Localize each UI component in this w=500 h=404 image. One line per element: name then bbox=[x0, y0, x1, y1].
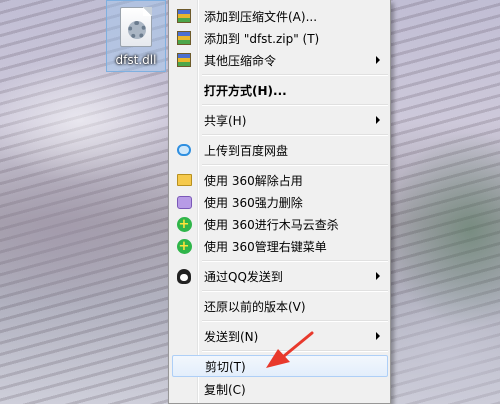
submenu-arrow-icon bbox=[376, 272, 380, 280]
archive-icon bbox=[177, 53, 191, 67]
menu-item-label: 上传到百度网盘 bbox=[204, 143, 289, 158]
context-menu: 添加到压缩文件(A)... 添加到 "dfst.zip" (T) 其他压缩命令 … bbox=[168, 0, 391, 404]
desktop-file-icon[interactable]: dfst.dll bbox=[106, 0, 166, 72]
dll-file-icon bbox=[120, 7, 152, 47]
menu-item-label: 通过QQ发送到 bbox=[204, 269, 283, 284]
menu-item-label: 使用 360管理右键菜单 bbox=[204, 239, 327, 254]
menu-item-label: 复制(C) bbox=[204, 382, 246, 397]
menu-item-label: 使用 360解除占用 bbox=[204, 173, 303, 188]
menu-item-label: 剪切(T) bbox=[205, 359, 246, 374]
menu-item-label: 添加到 "dfst.zip" (T) bbox=[204, 31, 320, 46]
menu-item-label: 添加到压缩文件(A)... bbox=[204, 9, 318, 24]
menu-item-label: 使用 360进行木马云查杀 bbox=[204, 217, 339, 232]
menu-item-restore-versions[interactable]: 还原以前的版本(V) bbox=[172, 295, 388, 317]
menu-item-label: 打开方式(H)... bbox=[204, 83, 287, 98]
menu-item-360-unlock[interactable]: 使用 360解除占用 bbox=[172, 169, 388, 191]
submenu-arrow-icon bbox=[376, 116, 380, 124]
shred-icon bbox=[176, 195, 192, 209]
menu-item-360-force-delete[interactable]: 使用 360强力删除 bbox=[172, 191, 388, 213]
menu-item-label: 使用 360强力删除 bbox=[204, 195, 303, 210]
menu-item-label: 发送到(N) bbox=[204, 329, 259, 344]
submenu-arrow-icon bbox=[376, 332, 380, 340]
menu-separator bbox=[202, 74, 388, 76]
menu-item-copy[interactable]: 复制(C) bbox=[172, 378, 388, 400]
menu-item-send-to[interactable]: 发送到(N) bbox=[172, 325, 388, 347]
menu-item-label: 其他压缩命令 bbox=[204, 53, 277, 68]
menu-separator bbox=[202, 320, 388, 322]
menu-item-360-manage-menu[interactable]: + 使用 360管理右键菜单 bbox=[172, 235, 388, 257]
unlock-folder-icon bbox=[176, 174, 192, 186]
menu-separator bbox=[202, 260, 388, 262]
gear-icon bbox=[128, 21, 146, 39]
menu-separator bbox=[202, 290, 388, 292]
menu-separator bbox=[202, 164, 388, 166]
file-name-label: dfst.dll bbox=[115, 53, 157, 67]
menu-item-add-to-archive[interactable]: 添加到压缩文件(A)... bbox=[172, 5, 388, 27]
archive-icon bbox=[177, 31, 191, 45]
menu-item-other-compress[interactable]: 其他压缩命令 bbox=[172, 49, 388, 71]
submenu-arrow-icon bbox=[376, 56, 380, 64]
360-shield-icon: + bbox=[176, 238, 192, 254]
menu-item-add-to-zip[interactable]: 添加到 "dfst.zip" (T) bbox=[172, 27, 388, 49]
cloud-icon bbox=[177, 144, 191, 156]
menu-item-qq-send[interactable]: 通过QQ发送到 bbox=[172, 265, 388, 287]
menu-separator bbox=[202, 350, 388, 352]
menu-item-open-with[interactable]: 打开方式(H)... bbox=[172, 79, 388, 101]
archive-icon bbox=[177, 9, 191, 23]
menu-item-360-cloud-scan[interactable]: + 使用 360进行木马云查杀 bbox=[172, 213, 388, 235]
360-shield-icon: + bbox=[176, 216, 192, 232]
menu-item-baidu-upload[interactable]: 上传到百度网盘 bbox=[172, 139, 388, 161]
menu-item-label: 共享(H) bbox=[204, 113, 247, 128]
menu-separator bbox=[202, 104, 388, 106]
qq-penguin-icon bbox=[177, 268, 191, 284]
menu-item-cut[interactable]: 剪切(T) bbox=[172, 355, 388, 377]
menu-item-share[interactable]: 共享(H) bbox=[172, 109, 388, 131]
menu-item-label: 还原以前的版本(V) bbox=[204, 299, 306, 314]
menu-separator bbox=[202, 134, 388, 136]
